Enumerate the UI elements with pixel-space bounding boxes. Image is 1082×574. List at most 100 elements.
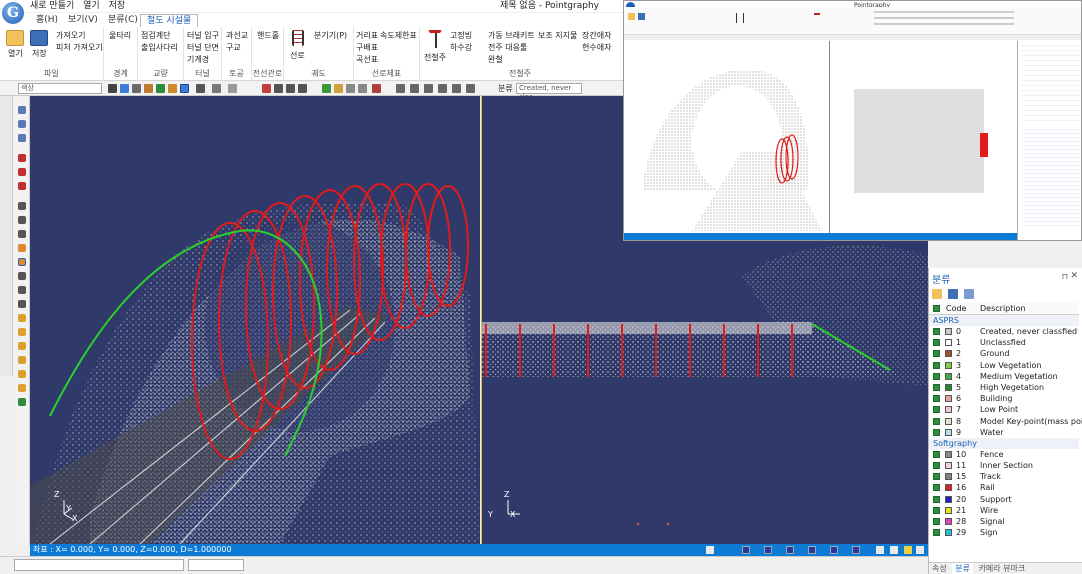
class-color-swatch[interactable] <box>945 473 952 481</box>
view-tool-icon[interactable] <box>274 84 283 93</box>
dropper-button[interactable]: 하수강 <box>450 43 472 53</box>
open-button[interactable]: 열기 <box>8 49 23 59</box>
overpass-button[interactable]: 과선교 <box>226 31 248 41</box>
zoom-in-icon[interactable] <box>18 106 26 114</box>
cube-view-icon[interactable] <box>18 370 26 378</box>
class-row[interactable]: 28 Signal <box>929 516 1079 527</box>
gradient-sign-button[interactable]: 구배표 <box>356 43 378 53</box>
class-visible-checkbox[interactable] <box>933 417 940 425</box>
class-visible-checkbox[interactable] <box>933 428 940 436</box>
roll-icon[interactable] <box>18 182 26 190</box>
status-tool-icon[interactable] <box>764 546 772 554</box>
view-tool-icon[interactable] <box>358 84 367 93</box>
view-tool-icon[interactable] <box>298 84 307 93</box>
pan-icon[interactable] <box>18 202 26 210</box>
class-row[interactable]: 2 Ground <box>929 348 1079 359</box>
view-tool-icon[interactable] <box>144 84 153 93</box>
view-tool-icon[interactable] <box>322 84 331 93</box>
view-tool-icon[interactable] <box>168 84 177 93</box>
class-visible-checkbox[interactable] <box>933 383 940 391</box>
select-all-checkbox[interactable] <box>933 305 940 312</box>
cut-icon[interactable] <box>18 272 26 280</box>
orbit-icon[interactable] <box>18 168 26 176</box>
view-tool-icon[interactable] <box>228 84 237 93</box>
status-tool-icon[interactable] <box>786 546 794 554</box>
view-tool-icon[interactable] <box>196 84 205 93</box>
view-tool-icon[interactable] <box>438 84 447 93</box>
class-row[interactable]: 29 Sign <box>929 527 1079 538</box>
axis-icon[interactable] <box>18 398 26 406</box>
class-color-swatch[interactable] <box>945 417 952 425</box>
rotate-icon[interactable] <box>18 154 26 162</box>
class-color-swatch[interactable] <box>945 450 952 458</box>
view-tool-icon[interactable] <box>346 84 355 93</box>
track-line-button[interactable]: 선로 <box>290 51 305 61</box>
class-row[interactable]: 3 Low Vegetation <box>929 360 1079 371</box>
distance-sign-button[interactable]: 거리표 <box>356 31 378 41</box>
damper-button[interactable]: 완철 <box>488 55 503 65</box>
class-color-swatch[interactable] <box>945 506 952 514</box>
class-row[interactable]: 10 Fence <box>929 449 1079 460</box>
class-visible-checkbox[interactable] <box>933 328 940 335</box>
cube-view-icon[interactable] <box>18 328 26 336</box>
tunnel-entrance-button[interactable]: 터널 입구 <box>187 31 219 41</box>
fence-button[interactable]: 울타리 <box>109 31 131 41</box>
class-row[interactable]: 1 Unclassfied <box>929 337 1079 348</box>
move-icon[interactable] <box>18 216 26 224</box>
class-color-swatch[interactable] <box>945 406 952 414</box>
view-tool-icon[interactable] <box>334 84 343 93</box>
close-icon[interactable]: ✕ <box>1070 271 1078 281</box>
view-tool-icon[interactable] <box>108 84 117 93</box>
class-color-swatch[interactable] <box>945 484 952 492</box>
class-color-swatch[interactable] <box>945 339 952 347</box>
view-tool-icon[interactable] <box>286 84 295 93</box>
status-tool-icon[interactable] <box>830 546 838 554</box>
access-ladder-button[interactable]: 출입사다리 <box>141 43 178 53</box>
class-visible-checkbox[interactable] <box>933 529 940 537</box>
machine-room-button[interactable]: 기계경 <box>187 55 209 65</box>
class-color-swatch[interactable] <box>945 428 952 436</box>
view-tool-icon[interactable] <box>372 84 381 93</box>
tab-home[interactable]: 홈(H) <box>30 14 64 27</box>
class-row[interactable]: 21 Wire <box>929 505 1079 516</box>
app-logo-icon[interactable]: G <box>2 2 24 24</box>
tab-railway-facilities[interactable]: 철도 시설물 <box>140 14 199 28</box>
class-row[interactable]: 6 Building <box>929 393 1079 404</box>
class-color-swatch[interactable] <box>945 361 952 369</box>
class-visible-checkbox[interactable] <box>933 406 940 414</box>
view-tool-icon[interactable] <box>452 84 461 93</box>
switch-button[interactable]: 분기기(P) <box>314 31 347 41</box>
status-tool-icon[interactable] <box>904 546 912 554</box>
class-color-swatch[interactable] <box>945 383 952 391</box>
folder-open-icon[interactable] <box>932 289 942 299</box>
cube-view-icon[interactable] <box>18 314 26 322</box>
tab-view[interactable]: 보기(V) <box>62 14 104 27</box>
pick-icon[interactable] <box>18 230 26 238</box>
color-combo[interactable]: 색상 <box>18 83 102 94</box>
status-tool-icon[interactable] <box>852 546 860 554</box>
class-visible-checkbox[interactable] <box>933 361 940 369</box>
feeder-tool-button[interactable]: 전주 대응툴 <box>488 43 527 53</box>
status-tool-icon[interactable] <box>876 546 884 554</box>
height-icon[interactable] <box>18 300 26 308</box>
class-row[interactable]: 9 Water <box>929 427 1079 438</box>
speed-limit-sign-button[interactable]: 속도제한표 <box>380 31 417 41</box>
aux-support-button[interactable]: 보조 지지물 <box>538 31 577 41</box>
tab-camera-bookmarks[interactable]: 카메라 뷰마크 <box>976 563 1029 574</box>
select-poly-icon[interactable] <box>18 258 26 266</box>
bottom-combo-left[interactable] <box>14 559 184 571</box>
status-tool-icon[interactable] <box>916 546 924 554</box>
suspension-insulator-button[interactable]: 현수애자 <box>582 43 611 53</box>
class-visible-checkbox[interactable] <box>933 518 940 525</box>
class-visible-checkbox[interactable] <box>933 462 940 470</box>
qat-new[interactable]: 새로 만들기 <box>30 1 74 11</box>
view-tool-icon[interactable] <box>410 84 419 93</box>
viewport-perspective[interactable]: Z Y X <box>30 96 480 544</box>
class-row[interactable]: 4 Medium Vegetation <box>929 371 1079 382</box>
view-tool-icon[interactable] <box>180 84 189 93</box>
view-tool-icon[interactable] <box>120 84 129 93</box>
edit-icon[interactable] <box>964 289 975 299</box>
class-color-swatch[interactable] <box>945 529 952 537</box>
class-visible-checkbox[interactable] <box>933 350 940 358</box>
zoom-out-icon[interactable] <box>18 120 26 128</box>
